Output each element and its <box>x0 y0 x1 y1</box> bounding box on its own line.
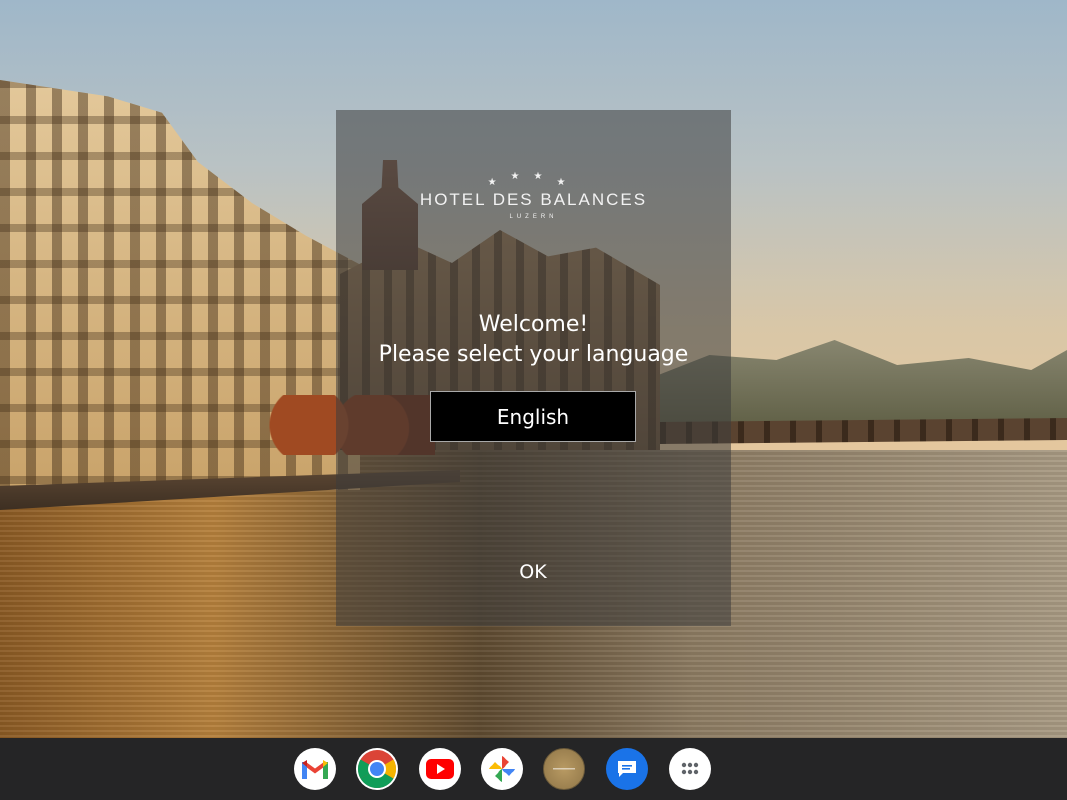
app-launcher-icon[interactable] <box>669 748 711 790</box>
hotel-logo: ★★★★ HOTEL DES BALANCES LUZERN <box>336 171 731 221</box>
language-select[interactable]: English <box>430 391 636 442</box>
youtube-icon[interactable] <box>419 748 461 790</box>
shelf <box>0 738 1067 800</box>
hotel-city: LUZERN <box>509 214 558 220</box>
hotel-name: HOTEL DES BALANCES <box>419 190 648 209</box>
star-icon: ★ <box>533 171 557 182</box>
star-icon: ★ <box>487 177 511 188</box>
ok-button[interactable]: OK <box>493 555 573 589</box>
google-photos-icon[interactable] <box>481 748 523 790</box>
star-icon: ★ <box>556 177 580 188</box>
star-icon: ★ <box>510 171 534 182</box>
welcome-title: Welcome! <box>478 312 589 337</box>
hotel-app-icon[interactable] <box>543 748 585 790</box>
messages-icon[interactable] <box>606 748 648 790</box>
welcome-subtitle: Please select your language <box>378 342 689 367</box>
gmail-icon[interactable] <box>294 748 336 790</box>
chrome-icon[interactable] <box>356 748 398 790</box>
logo-stars: ★★★★ <box>336 171 731 188</box>
welcome-message: Welcome! Please select your language <box>336 310 731 370</box>
language-dialog: ★★★★ HOTEL DES BALANCES LUZERN Welcome! … <box>336 110 731 626</box>
